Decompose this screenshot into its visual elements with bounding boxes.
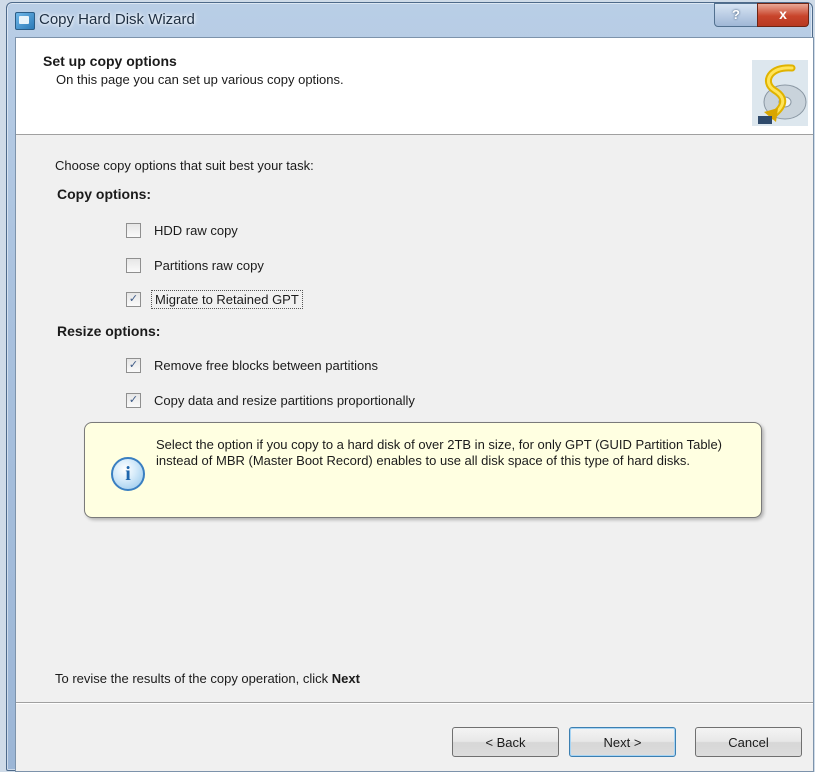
info-text: Select the option if you copy to a hard …	[156, 437, 723, 468]
footer-hint-next: Next	[331, 671, 360, 686]
migrate-retained-gpt-label[interactable]: Migrate to Retained GPT	[151, 289, 303, 309]
window-title: Copy Hard Disk Wizard	[39, 11, 195, 28]
wizard-window: Copy Hard Disk Wizard ? x Set up copy op…	[6, 2, 814, 772]
option-hdd-raw-copy[interactable]: HDD raw copy	[126, 221, 241, 239]
remove-free-blocks-checkbox[interactable]: ✓	[126, 357, 141, 373]
info-tooltip: i Select the option if you copy to a har…	[84, 422, 762, 518]
option-migrate-retained-gpt[interactable]: ✓ Migrate to Retained GPT	[126, 289, 303, 309]
info-icon: i	[111, 457, 145, 491]
option-partitions-raw-copy[interactable]: Partitions raw copy	[126, 256, 267, 274]
option-resize-proportionally[interactable]: ✓ Copy data and resize partitions propor…	[126, 391, 418, 409]
footer-hint: To revise the results of the copy operat…	[55, 671, 360, 686]
migrate-retained-gpt-checkbox[interactable]: ✓	[126, 291, 141, 307]
resize-proportionally-label[interactable]: Copy data and resize partitions proporti…	[151, 392, 418, 409]
page-title: Set up copy options	[43, 53, 177, 69]
wizard-header: Set up copy options On this page you can…	[16, 38, 813, 135]
remove-free-blocks-label[interactable]: Remove free blocks between partitions	[151, 357, 381, 374]
intro-text: Choose copy options that suit best your …	[55, 158, 314, 173]
hdd-raw-copy-checkbox[interactable]	[126, 222, 141, 238]
footer-divider	[16, 702, 813, 704]
cancel-button[interactable]: Cancel	[695, 727, 802, 757]
resize-proportionally-checkbox[interactable]: ✓	[126, 392, 141, 408]
footer-hint-text: To revise the results of the copy operat…	[55, 671, 329, 686]
next-button[interactable]: Next >	[569, 727, 676, 757]
option-remove-free-blocks[interactable]: ✓ Remove free blocks between partitions	[126, 356, 381, 374]
close-button[interactable]: x	[757, 3, 809, 27]
help-button[interactable]: ?	[714, 3, 758, 27]
partitions-raw-copy-label[interactable]: Partitions raw copy	[151, 257, 267, 274]
copy-options-heading: Copy options:	[57, 186, 152, 202]
title-bar[interactable]: Copy Hard Disk Wizard ? x	[7, 3, 812, 37]
partitions-raw-copy-checkbox[interactable]	[126, 257, 141, 273]
resize-options-heading: Resize options:	[57, 323, 161, 339]
back-button[interactable]: < Back	[452, 727, 559, 757]
app-icon	[15, 12, 35, 30]
page-subtitle: On this page you can set up various copy…	[56, 72, 344, 87]
wizard-client-area: Set up copy options On this page you can…	[15, 37, 814, 772]
copy-disk-logo-icon	[752, 60, 808, 126]
hdd-raw-copy-label[interactable]: HDD raw copy	[151, 222, 241, 239]
